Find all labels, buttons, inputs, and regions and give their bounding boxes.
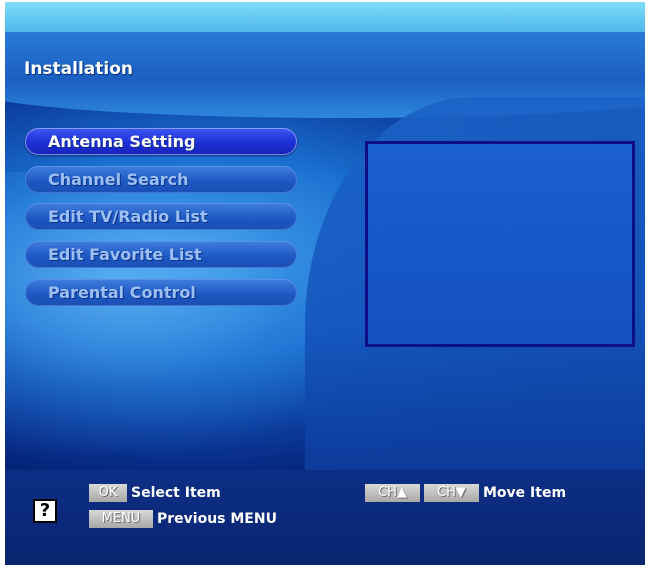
page-title: Installation (24, 59, 134, 79)
menu-item-edit-tv-radio-list[interactable]: Edit TV/Radio List (25, 203, 297, 230)
menu-hint: Previous MENU (157, 511, 277, 527)
menu-item-parental-control[interactable]: Parental Control (25, 279, 297, 306)
help-icon[interactable]: ? (33, 499, 57, 523)
menu-item-edit-favorite-list[interactable]: Edit Favorite List (25, 241, 297, 268)
preview-window (365, 141, 635, 347)
ch-down-key: CH▼ (424, 484, 479, 502)
menu-item-antenna-setting[interactable]: Antenna Setting (25, 128, 297, 155)
osd-screen: Installation Antenna Setting Channel Sea… (5, 2, 645, 565)
ok-key: OK (89, 484, 127, 502)
menu-item-channel-search[interactable]: Channel Search (25, 166, 297, 193)
move-hint: Move Item (483, 485, 567, 501)
menu-key: MENU (89, 510, 153, 528)
ch-up-key: CH▲ (365, 484, 420, 502)
ok-hint: Select Item (131, 485, 221, 501)
